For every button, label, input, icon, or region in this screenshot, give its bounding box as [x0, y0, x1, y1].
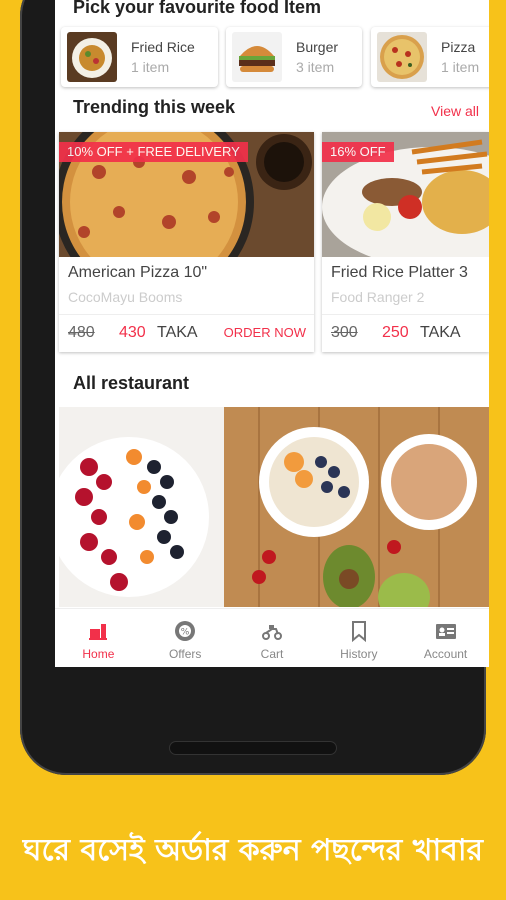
discount-badge: 10% OFF + FREE DELIVERY	[59, 142, 248, 162]
new-price: 250	[382, 324, 409, 341]
new-price: 430	[119, 324, 146, 341]
divider	[59, 314, 314, 315]
category-name: Burger	[296, 39, 339, 55]
category-count: 1 item	[441, 59, 480, 75]
restaurant-name: Food Ranger 2	[331, 289, 425, 305]
restaurant-name: CocoMayu Booms	[68, 289, 183, 305]
nav-history[interactable]: History	[315, 609, 402, 667]
nav-account[interactable]: Account	[402, 609, 489, 667]
nav-label: History	[340, 647, 378, 661]
item-title: American Pizza 10"	[68, 264, 208, 281]
old-price: 480	[68, 324, 95, 341]
nav-label: Cart	[260, 647, 284, 661]
phone-frame: Pick your favourite food Item Fried Rice…	[20, 0, 489, 775]
restaurant-banner-image[interactable]	[59, 407, 489, 607]
item-title: Fried Rice Platter 3	[331, 264, 468, 281]
trending-card-fried-rice[interactable]: 16% OFF Fried Rice Platter 3 Food Ranger…	[322, 132, 489, 352]
trending-card-pizza[interactable]: 10% OFF + FREE DELIVERY American Pizza 1…	[59, 132, 314, 352]
svg-text:%: %	[181, 628, 190, 638]
all-restaurant-title: All restaurant	[73, 373, 190, 393]
nav-offers[interactable]: % Offers	[142, 609, 229, 667]
id-card-icon	[435, 624, 456, 639]
promo-tagline: ঘরে বসেই অর্ডার করুন পছন্দের খাবার	[22, 833, 484, 868]
category-card-fried-rice[interactable]: Fried Rice 1 item	[61, 27, 218, 87]
nav-label: Offers	[168, 647, 202, 661]
scooter-icon	[261, 625, 282, 640]
app-screen: Pick your favourite food Item Fried Rice…	[55, 0, 489, 667]
nav-home[interactable]: Home	[55, 609, 142, 667]
badge-icon: %	[175, 621, 196, 641]
old-price: 300	[331, 324, 358, 341]
bookmark-icon	[351, 621, 366, 643]
discount-badge: 16% OFF	[322, 142, 394, 162]
category-count: 3 item	[296, 59, 335, 75]
category-name: Fried Rice	[131, 39, 195, 55]
divider	[322, 314, 489, 315]
nav-label: Home	[82, 647, 115, 661]
nav-cart[interactable]: Cart	[229, 609, 316, 667]
order-now-button[interactable]: ORDER NOW	[224, 325, 306, 340]
view-all-link[interactable]: View all	[431, 103, 479, 119]
category-count: 1 item	[131, 59, 170, 75]
phone-home-bar	[170, 742, 336, 754]
burger-thumbnail	[232, 32, 282, 82]
categories-title: Pick your favourite food Item	[73, 0, 322, 17]
category-card-burger[interactable]: Burger 3 item	[226, 27, 362, 87]
pizza-thumbnail	[377, 32, 427, 82]
category-card-pizza[interactable]: Pizza 1 item	[371, 27, 489, 87]
currency: TAKA	[157, 324, 198, 341]
bottom-navigation: Home % Offers Cart History Account	[55, 608, 489, 667]
nav-label: Account	[423, 647, 468, 661]
category-name: Pizza	[441, 39, 476, 55]
trending-title: Trending this week	[73, 97, 236, 117]
fried-rice-thumbnail	[67, 32, 117, 82]
home-icon	[89, 624, 108, 640]
currency: TAKA	[420, 324, 461, 341]
